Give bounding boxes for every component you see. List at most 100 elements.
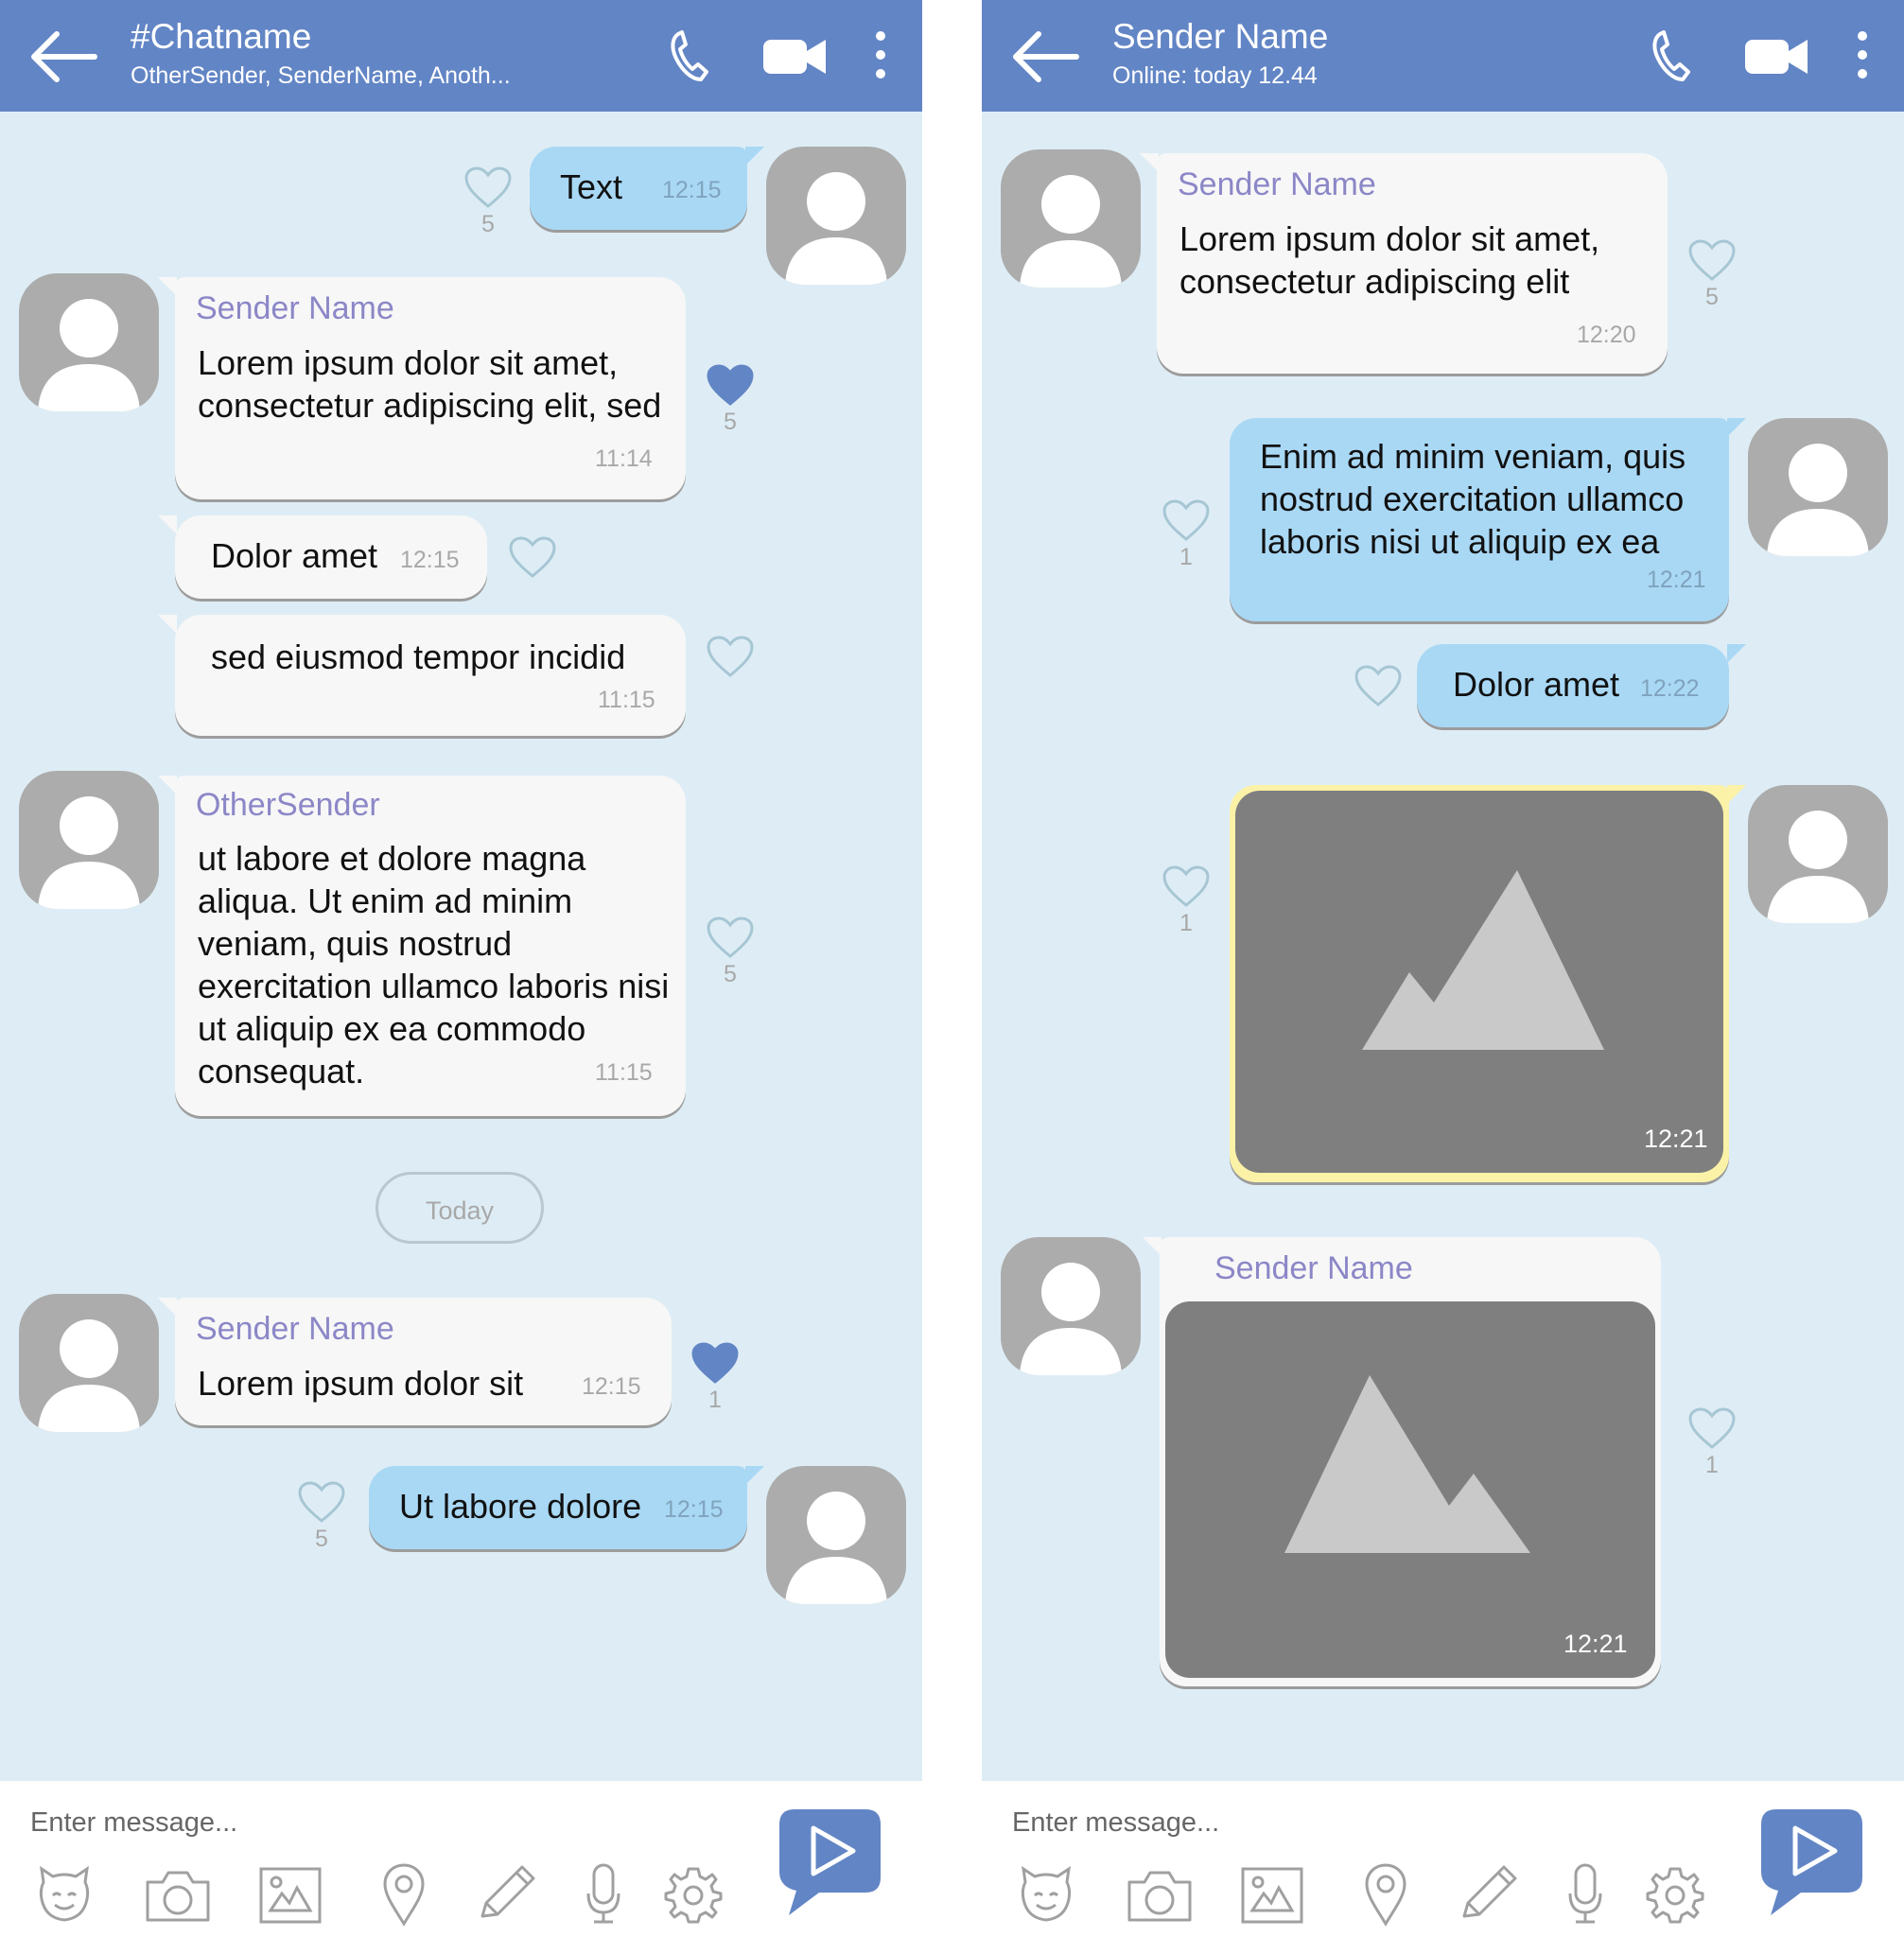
like-count: 5 bbox=[481, 211, 495, 237]
message-composer bbox=[0, 1781, 922, 1937]
send-icon[interactable] bbox=[776, 1806, 884, 1919]
like-button[interactable]: 5 bbox=[293, 1480, 350, 1553]
gallery-icon[interactable] bbox=[1239, 1861, 1305, 1928]
message-text: Ut labore dolore bbox=[399, 1487, 642, 1526]
message-bubble[interactable]: OtherSender ut labore et dolore magna al… bbox=[158, 776, 686, 1116]
message-text: Dolor amet bbox=[1453, 665, 1620, 704]
phone-icon[interactable] bbox=[667, 26, 714, 85]
microphone-icon[interactable] bbox=[1566, 1861, 1604, 1928]
heart-icon bbox=[1688, 1407, 1736, 1449]
like-button[interactable]: 5 bbox=[702, 363, 759, 436]
more-vertical-icon[interactable] bbox=[1852, 26, 1873, 85]
message-bubble[interactable]: Sender Name Lorem ipsum dolor sit amet, … bbox=[158, 277, 686, 499]
message-text: Lorem ipsum dolor sit bbox=[198, 1364, 524, 1403]
message-input[interactable] bbox=[28, 1800, 751, 1845]
like-button[interactable] bbox=[504, 535, 561, 579]
pencil-icon[interactable] bbox=[475, 1861, 537, 1928]
message-bubble[interactable]: Sender Name Lorem ipsum dolor sit amet, … bbox=[1140, 153, 1668, 374]
heart-icon bbox=[1354, 665, 1402, 707]
sender-name: Sender Name bbox=[196, 1311, 394, 1347]
sender-name: OtherSender bbox=[196, 787, 380, 823]
image-message[interactable]: 12:21 bbox=[1230, 785, 1746, 1182]
emoji-icon[interactable] bbox=[1018, 1861, 1074, 1928]
heart-icon bbox=[1688, 239, 1736, 281]
message-time: 12:22 bbox=[1640, 675, 1700, 702]
location-pin-icon[interactable] bbox=[380, 1861, 428, 1928]
message-time: 11:15 bbox=[598, 687, 655, 713]
camera-icon[interactable] bbox=[1126, 1861, 1194, 1928]
like-button[interactable]: 5 bbox=[702, 916, 759, 988]
settings-gear-icon[interactable] bbox=[664, 1861, 723, 1928]
message-bubble[interactable]: Dolor amet 12:15 bbox=[158, 515, 487, 599]
message-time: 12:20 bbox=[1577, 322, 1636, 348]
like-count: 5 bbox=[1705, 284, 1719, 310]
date-divider: Today bbox=[376, 1172, 544, 1244]
like-button[interactable]: 5 bbox=[460, 166, 516, 238]
image-placeholder[interactable]: 12:21 bbox=[1235, 791, 1723, 1173]
like-button[interactable]: 5 bbox=[1684, 238, 1740, 311]
like-count: 1 bbox=[708, 1387, 722, 1413]
more-vertical-icon[interactable] bbox=[870, 26, 891, 85]
video-camera-icon[interactable] bbox=[761, 26, 828, 85]
video-camera-icon[interactable] bbox=[1743, 26, 1809, 85]
message-composer bbox=[982, 1781, 1904, 1937]
settings-gear-icon[interactable] bbox=[1646, 1861, 1704, 1928]
avatar[interactable] bbox=[19, 771, 159, 909]
heart-icon bbox=[707, 364, 754, 406]
like-count: 1 bbox=[1179, 910, 1193, 936]
like-button[interactable] bbox=[702, 635, 759, 678]
back-arrow-icon[interactable] bbox=[1010, 28, 1086, 85]
sender-name: Sender Name bbox=[196, 290, 394, 326]
avatar[interactable] bbox=[1001, 149, 1141, 288]
sender-name: Sender Name bbox=[1178, 166, 1376, 202]
message-time: 12:21 bbox=[1563, 1630, 1628, 1658]
message-text: sed eiusmod tempor incidid bbox=[211, 637, 626, 676]
gallery-icon[interactable] bbox=[257, 1861, 323, 1928]
microphone-icon[interactable] bbox=[585, 1861, 622, 1928]
avatar[interactable] bbox=[1748, 418, 1888, 556]
avatar[interactable] bbox=[1001, 1237, 1141, 1375]
message-bubble[interactable]: Ut labore dolore 12:15 bbox=[369, 1466, 764, 1549]
chat-header: Sender Name Online: today 12.44 bbox=[982, 0, 1904, 112]
message-bubble[interactable]: sed eiusmod tempor incidid 11:15 bbox=[158, 615, 686, 736]
like-button[interactable] bbox=[1350, 664, 1406, 707]
avatar[interactable] bbox=[766, 147, 906, 285]
online-status: Online: today 12.44 bbox=[1112, 62, 1318, 89]
message-bubble[interactable]: Dolor amet 12:22 bbox=[1417, 644, 1746, 727]
like-button[interactable]: 1 bbox=[1158, 864, 1214, 937]
message-bubble[interactable]: Sender Name Lorem ipsum dolor sit 12:15 bbox=[158, 1298, 672, 1425]
image-placeholder-icon bbox=[1362, 870, 1604, 1050]
back-arrow-icon[interactable] bbox=[28, 28, 104, 85]
message-bubble[interactable]: Text 12:15 bbox=[530, 147, 764, 230]
phone-icon[interactable] bbox=[1649, 26, 1696, 85]
emoji-icon[interactable] bbox=[36, 1861, 93, 1928]
location-pin-icon[interactable] bbox=[1362, 1861, 1409, 1928]
avatar[interactable] bbox=[19, 273, 159, 411]
like-button[interactable]: 1 bbox=[1158, 498, 1214, 571]
send-icon[interactable] bbox=[1757, 1806, 1866, 1919]
message-text: ut labore et dolore magna aliqua. Ut eni… bbox=[198, 839, 670, 1091]
camera-icon[interactable] bbox=[144, 1861, 212, 1928]
chat-title: #Chatname bbox=[131, 17, 312, 56]
group-chat-screen: #Chatname OtherSender, SenderName, Anoth… bbox=[0, 0, 922, 1937]
chat-members: OtherSender, SenderName, Anoth... bbox=[131, 62, 511, 89]
avatar[interactable] bbox=[19, 1294, 159, 1432]
image-placeholder[interactable]: 12:21 bbox=[1165, 1301, 1655, 1678]
pencil-icon[interactable] bbox=[1457, 1861, 1519, 1928]
message-bubble[interactable]: Enim ad minim veniam, quis nostrud exerc… bbox=[1230, 418, 1746, 621]
avatar[interactable] bbox=[766, 1466, 906, 1604]
image-message[interactable]: Sender Name 12:21 bbox=[1143, 1237, 1661, 1686]
message-time: 12:21 bbox=[1647, 567, 1706, 593]
heart-icon bbox=[691, 1342, 739, 1384]
chat-title: Sender Name bbox=[1112, 17, 1329, 56]
like-count: 5 bbox=[724, 409, 737, 435]
message-time: 12:15 bbox=[664, 1496, 724, 1523]
like-button[interactable]: 1 bbox=[687, 1341, 743, 1414]
message-time: 11:14 bbox=[595, 445, 653, 472]
like-button[interactable]: 1 bbox=[1684, 1406, 1740, 1479]
avatar[interactable] bbox=[1748, 785, 1888, 923]
message-input[interactable] bbox=[1010, 1800, 1733, 1845]
heart-icon bbox=[707, 916, 754, 958]
image-placeholder-icon bbox=[1284, 1375, 1530, 1553]
heart-icon bbox=[298, 1481, 345, 1523]
